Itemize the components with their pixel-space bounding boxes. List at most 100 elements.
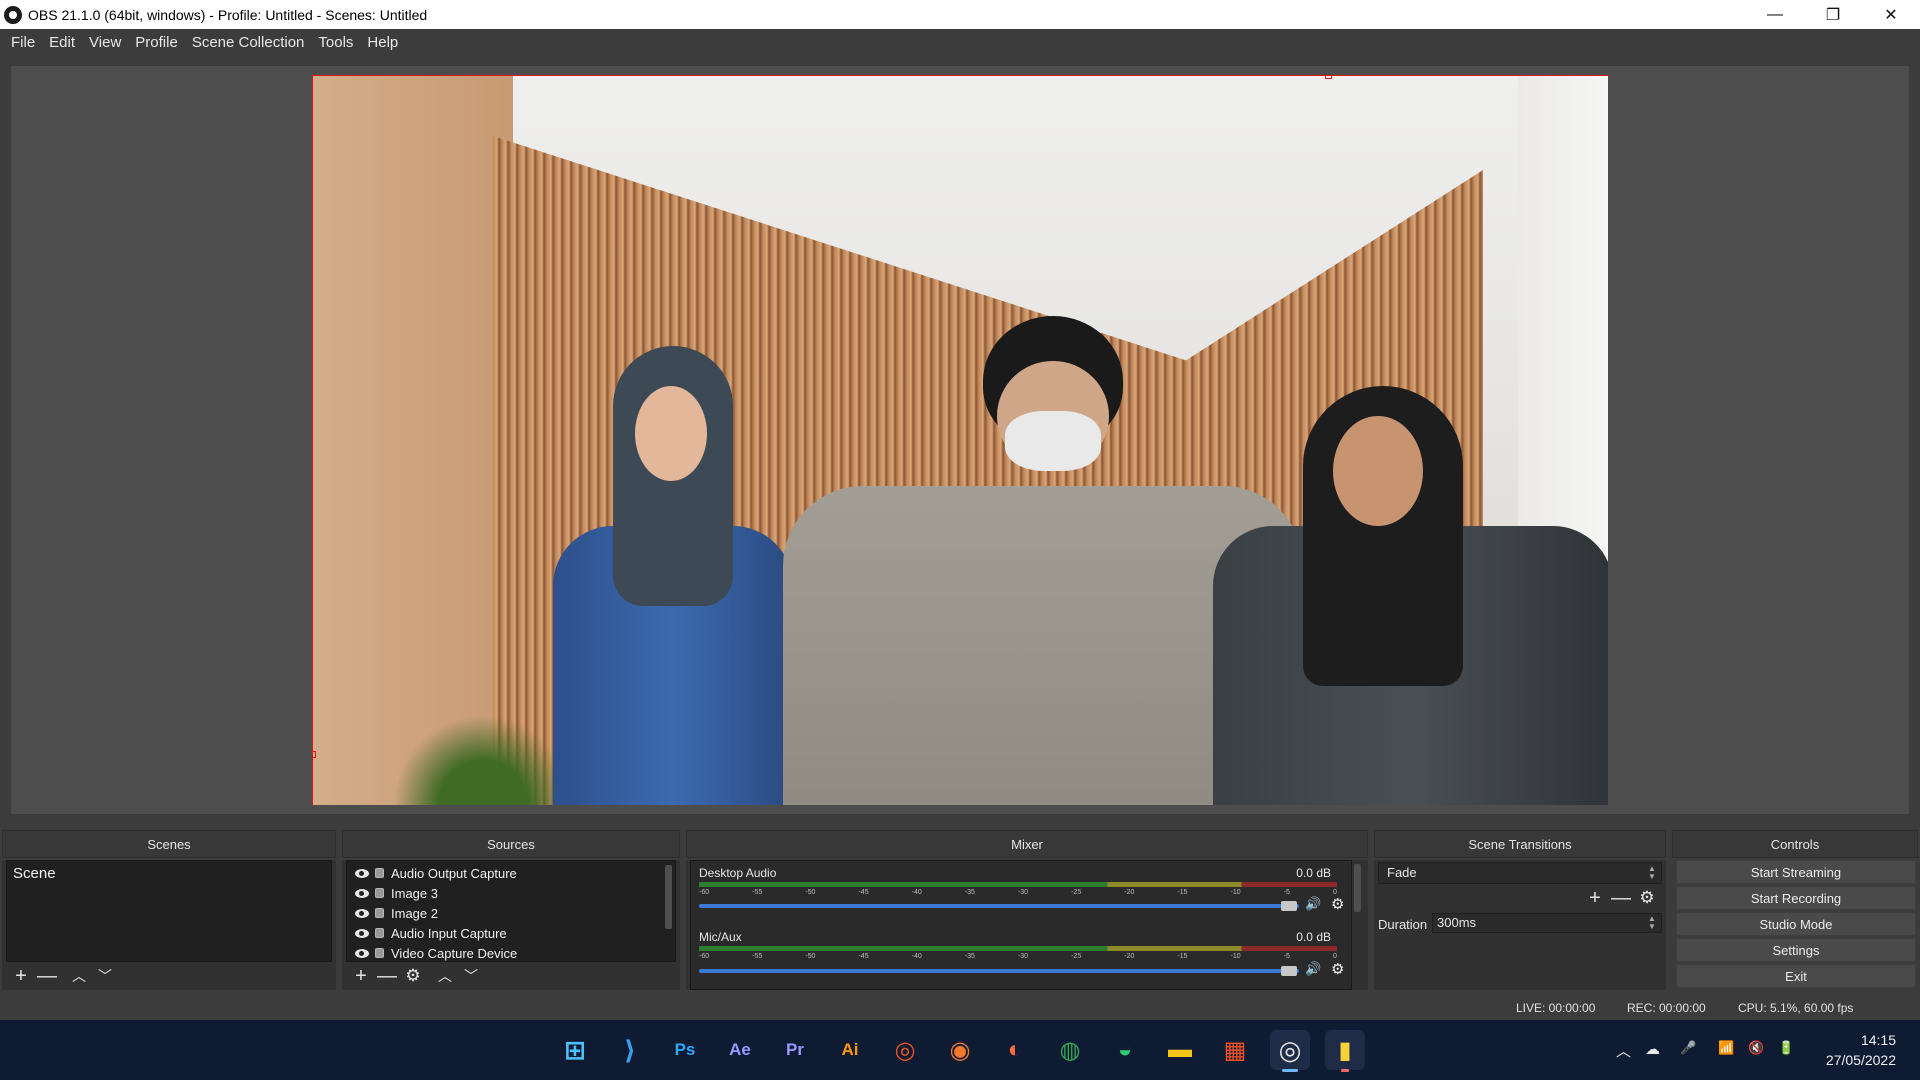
taskbar: ⊞ ⟩ Ps Ae Pr Ai ◎ ◉ ◐ ◍ ◒ ▬ ▦ ◎ ▮ ︿ ☁ 🎤 … [0, 1020, 1920, 1080]
premiere-icon[interactable]: Pr [775, 1030, 815, 1070]
menu-profile[interactable]: Profile [128, 34, 185, 51]
move-source-up-button[interactable]: ︿ [432, 964, 458, 988]
source-item[interactable]: Video Capture Device [347, 943, 675, 963]
sticky-notes-icon[interactable]: ▮ [1325, 1030, 1365, 1072]
edge-icon[interactable]: ◒ [1105, 1030, 1145, 1070]
mixer-panel: Desktop Audio 0.0 dB -60 -55 -50 -45 -40 -35 -… [690, 860, 1352, 990]
visibility-eye-icon[interactable] [355, 948, 369, 958]
ubuntu-icon[interactable]: ◎ [885, 1030, 925, 1070]
lock-icon[interactable] [375, 948, 384, 958]
lock-icon[interactable] [375, 888, 384, 898]
move-scene-down-button[interactable]: ﹀ [92, 964, 118, 988]
add-scene-button[interactable]: + [8, 964, 34, 988]
file-explorer-icon[interactable]: ▬ [1160, 1030, 1200, 1070]
bounding-box-handle-left[interactable] [313, 751, 316, 758]
spin-arrows-icon[interactable]: ▲ ▼ [1645, 915, 1659, 931]
sources-dock-title: Sources [342, 830, 680, 858]
menu-scene-collection[interactable]: Scene Collection [185, 34, 312, 51]
mic-aux-speaker-icon[interactable]: 🔊 [1305, 961, 1321, 977]
visibility-eye-icon[interactable] [355, 928, 369, 938]
mic-aux-meter [699, 946, 1337, 951]
tick-label: -20 [1124, 953, 1135, 960]
rec-status: REC: 00:00:00 [1627, 1001, 1706, 1015]
source-item[interactable]: Audio Output Capture [347, 863, 675, 883]
preview-canvas[interactable] [312, 75, 1608, 805]
start-recording-button[interactable]: Start Recording [1676, 886, 1916, 910]
add-transition-button[interactable]: + [1582, 886, 1608, 910]
transition-select[interactable]: Fade ▲ ▼ [1378, 862, 1662, 884]
transition-properties-gear-icon[interactable]: ⚙ [1634, 886, 1660, 910]
move-source-down-button[interactable]: ﹀ [458, 964, 484, 988]
person-left [553, 346, 813, 805]
firefox-icon[interactable]: ◐ [995, 1030, 1035, 1070]
visibility-eye-icon[interactable] [355, 908, 369, 918]
menu-view[interactable]: View [82, 34, 128, 51]
desktop-audio-speaker-icon[interactable]: 🔊 [1305, 896, 1321, 912]
blender-icon[interactable]: ◉ [940, 1030, 980, 1070]
mic-aux-gear-icon[interactable]: ⚙ [1331, 960, 1344, 978]
desktop-audio-volume-slider[interactable] [699, 904, 1299, 908]
microphone-icon[interactable]: 🎤 [1680, 1040, 1696, 1056]
menu-edit[interactable]: Edit [42, 34, 82, 51]
sources-scrollbar[interactable] [665, 865, 672, 929]
minimize-button[interactable]: — [1746, 0, 1804, 29]
source-item[interactable]: Image 3 [347, 883, 675, 903]
source-item[interactable]: Audio Input Capture [347, 923, 675, 943]
desktop-audio-gear-icon[interactable]: ⚙ [1331, 895, 1344, 913]
start-streaming-button[interactable]: Start Streaming [1676, 860, 1916, 884]
scene-item[interactable]: Scene [13, 865, 56, 882]
lock-icon[interactable] [375, 868, 384, 878]
desktop-audio-slider-handle[interactable] [1281, 901, 1297, 911]
tray-overflow-chevron-icon[interactable]: ︿ [1616, 1040, 1631, 1061]
ms-store-icon[interactable]: ▦ [1215, 1030, 1255, 1070]
bounding-box-handle-top[interactable] [1325, 76, 1332, 79]
lock-icon[interactable] [375, 928, 384, 938]
volume-muted-icon[interactable]: 🔇 [1748, 1040, 1764, 1056]
remove-scene-button[interactable]: — [34, 964, 60, 988]
restore-button[interactable]: ❐ [1804, 0, 1862, 29]
remove-source-button[interactable]: — [374, 964, 400, 988]
chrome-icon[interactable]: ◍ [1050, 1030, 1090, 1070]
visibility-eye-icon[interactable] [355, 868, 369, 878]
obs-taskbar-icon[interactable]: ◎ [1270, 1030, 1310, 1072]
sources-list[interactable]: Audio Output Capture Image 3 Image 2 Aud… [346, 860, 676, 962]
menu-tools[interactable]: Tools [311, 34, 360, 51]
transitions-toolbar: + — ⚙ [1582, 886, 1660, 910]
tick-label: -35 [964, 889, 975, 896]
studio-mode-button[interactable]: Studio Mode [1676, 912, 1916, 936]
tick-label: -55 [752, 889, 763, 896]
remove-transition-button[interactable]: — [1608, 886, 1634, 910]
battery-icon[interactable]: 🔋 [1778, 1040, 1794, 1056]
mic-aux-volume-slider[interactable] [699, 969, 1299, 973]
vscode-icon[interactable]: ⟩ [610, 1030, 650, 1070]
source-properties-gear-icon[interactable]: ⚙ [400, 964, 426, 988]
menu-help[interactable]: Help [360, 34, 405, 51]
exit-button[interactable]: Exit [1676, 964, 1916, 988]
clock[interactable]: 14:15 27/05/2022 [1826, 1030, 1896, 1070]
close-button[interactable]: ✕ [1862, 0, 1920, 29]
scenes-dock-title: Scenes [2, 830, 336, 858]
move-scene-up-button[interactable]: ︿ [66, 964, 92, 988]
scenes-list[interactable]: Scene [6, 860, 332, 962]
source-label: Video Capture Device [391, 945, 518, 961]
duration-spinbox[interactable]: 300ms ▲ ▼ [1432, 913, 1662, 933]
illustrator-icon[interactable]: Ai [830, 1030, 870, 1070]
tick-label: -10 [1230, 889, 1241, 896]
lock-icon[interactable] [375, 908, 384, 918]
scenes-toolbar: + — ︿ ﹀ [8, 964, 118, 988]
obs-logo-icon [4, 5, 22, 24]
settings-button[interactable]: Settings [1676, 938, 1916, 962]
tick-label: -40 [911, 953, 922, 960]
visibility-eye-icon[interactable] [355, 888, 369, 898]
photoshop-icon[interactable]: Ps [665, 1030, 705, 1070]
onedrive-cloud-icon[interactable]: ☁ [1645, 1040, 1660, 1058]
menu-file[interactable]: File [4, 34, 42, 51]
tick-label: -50 [805, 953, 816, 960]
after-effects-icon[interactable]: Ae [720, 1030, 760, 1070]
source-item[interactable]: Image 2 [347, 903, 675, 923]
mic-aux-slider-handle[interactable] [1281, 966, 1297, 976]
windows-start-icon[interactable]: ⊞ [555, 1030, 595, 1070]
mixer-scrollbar[interactable] [1354, 864, 1361, 912]
wifi-icon[interactable]: 📶 [1718, 1040, 1734, 1056]
add-source-button[interactable]: + [348, 964, 374, 988]
